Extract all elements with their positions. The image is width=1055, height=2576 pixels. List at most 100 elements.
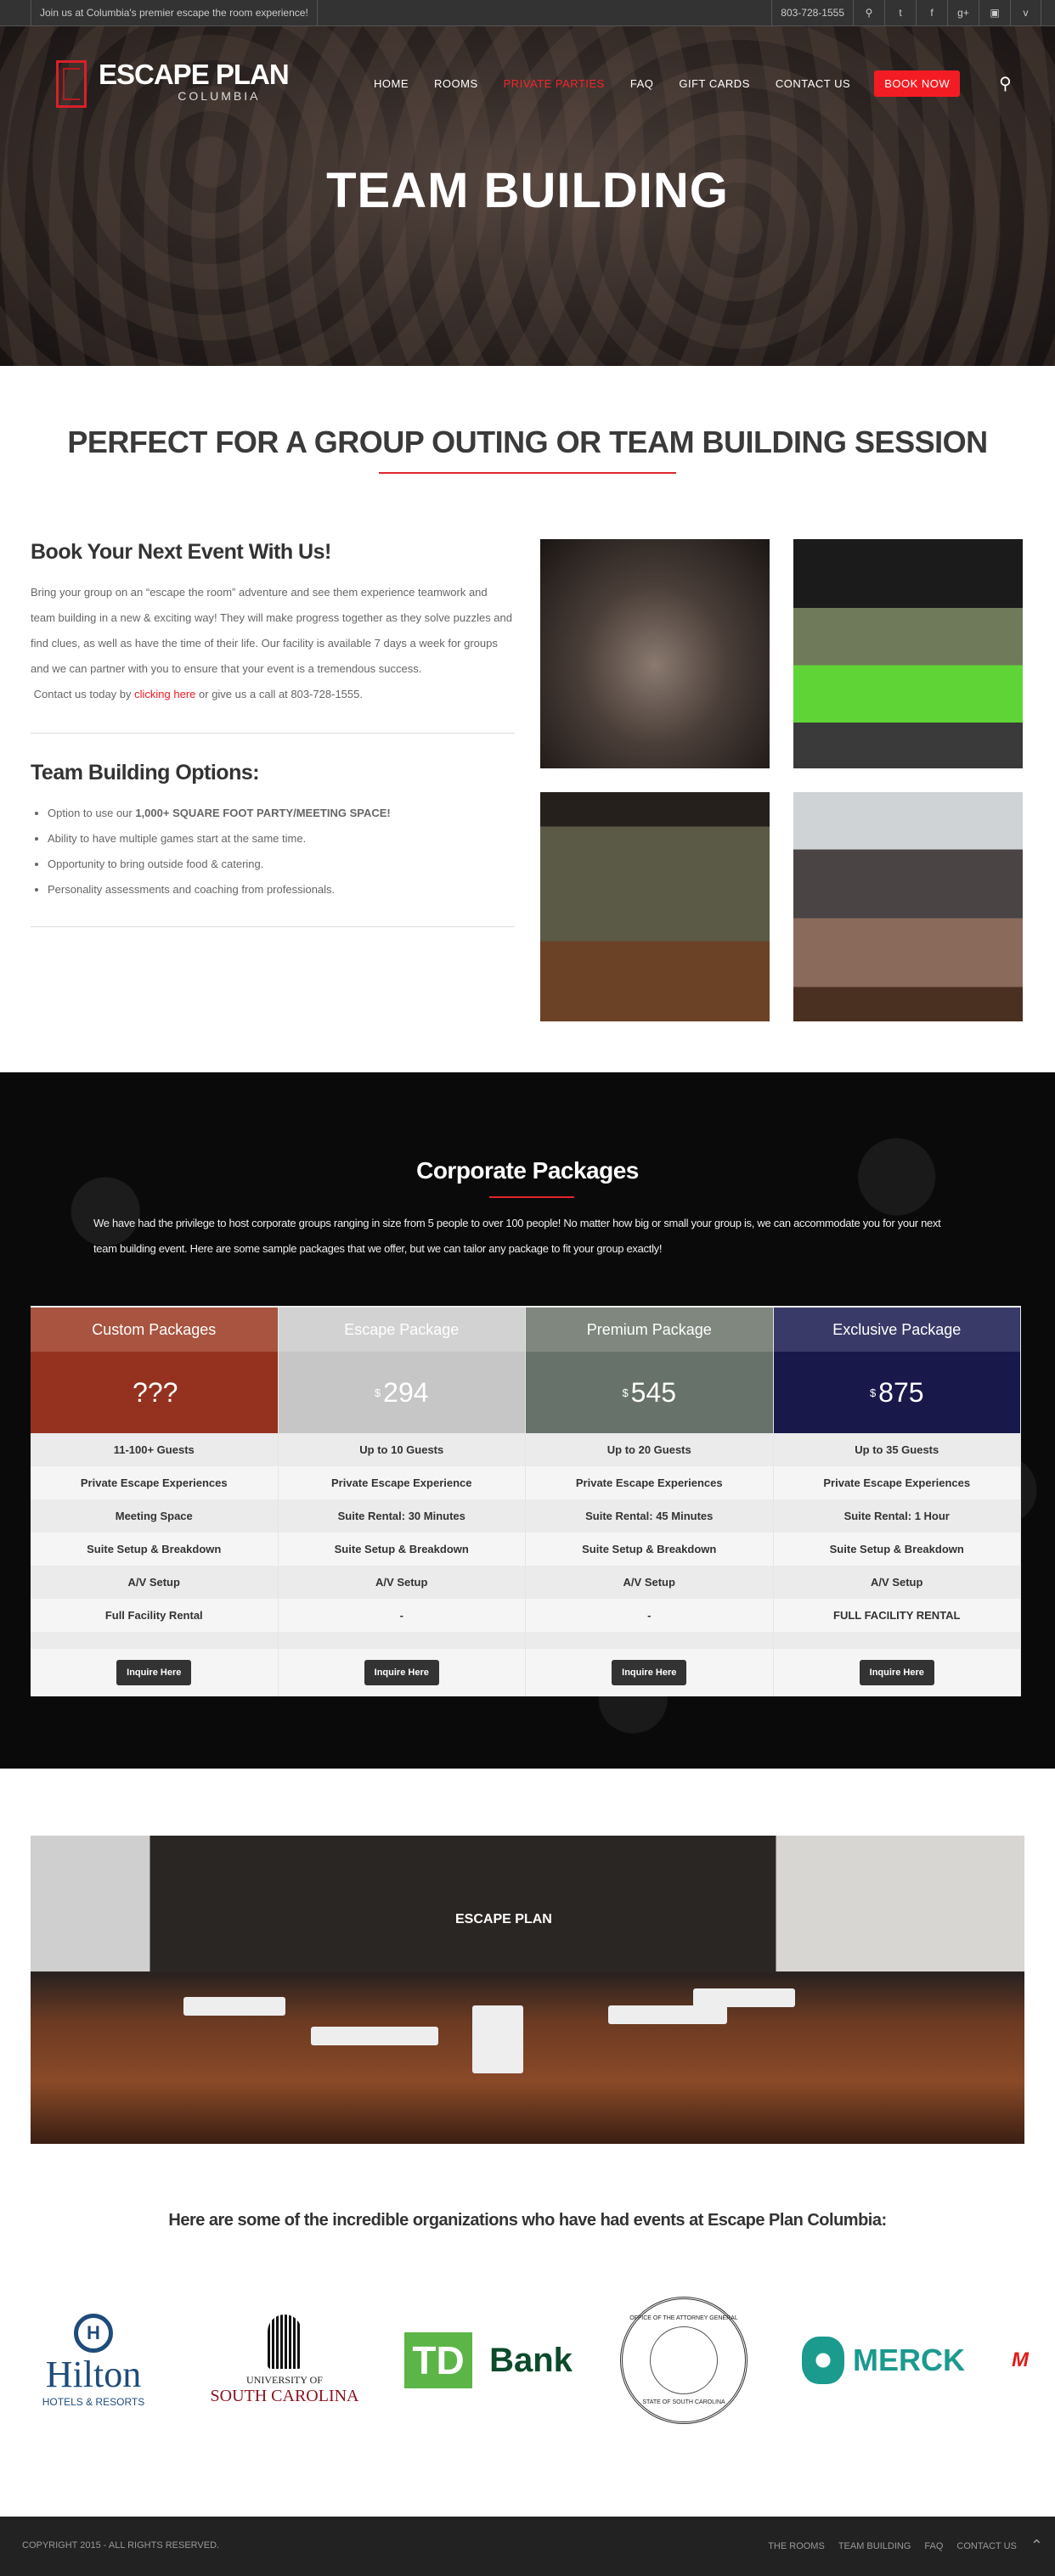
nav-rooms[interactable]: ROOMS — [434, 77, 478, 90]
logo-subtext: COLUMBIA — [178, 89, 261, 103]
pricing-table: Custom Packages??? 11-100+ Guests Private … — [31, 1306, 1021, 1696]
list-item: Ability to have multiple games start at … — [48, 826, 515, 852]
search-icon[interactable]: ⚲ — [853, 0, 884, 25]
section-heading: PERFECT FOR A GROUP OUTING OR TEAM BUILD… — [67, 425, 988, 459]
package-feature: Up to 10 Guests — [278, 1433, 525, 1466]
package-column: Escape Package $294 Up to 10 Guests Private… — [278, 1308, 526, 1696]
nav-contact-us[interactable]: CONTACT US — [776, 77, 850, 90]
google-plus-icon[interactable]: g+ — [947, 0, 979, 25]
nav-faq[interactable]: FAQ — [630, 77, 654, 90]
package-feature: Up to 35 Guests — [773, 1433, 1020, 1466]
attorney-general-seal: OFFICE OF THE ATTORNEY GENERAL STATE OF … — [612, 2292, 756, 2428]
back-to-top-icon[interactable]: ⌃ — [1030, 2537, 1043, 2555]
inquire-here-button[interactable]: Inquire Here — [859, 1660, 934, 1685]
hero-banner: ESCAPE PLAN COLUMBIA HOME ROOMS PRIVATE … — [0, 26, 1055, 366]
package-feature: 11-100+ Guests — [31, 1433, 278, 1466]
vimeo-icon[interactable]: v — [1010, 0, 1041, 25]
copyright: COPYRIGHT 2015 - ALL RIGHTS RESERVED. — [22, 2540, 220, 2551]
td-bank-logo: TD Bank — [391, 2292, 586, 2428]
package-feature: Full Facility Rental — [104, 1609, 203, 1622]
heading-divider — [489, 1196, 574, 1198]
list-item: Personality assessments and coaching fro… — [48, 877, 515, 903]
group-photo-3 — [540, 792, 770, 1021]
organizations-heading: Here are some of the incredible organiza… — [168, 2211, 887, 2230]
footer-link-rooms[interactable]: THE ROOMS — [768, 2541, 825, 2551]
package-name: Custom Packages — [31, 1308, 278, 1352]
package-feature: Private Escape Experiences — [823, 1476, 971, 1489]
group-photo-4 — [793, 792, 1023, 1021]
book-event-body: Bring your group on an “escape the room”… — [31, 586, 512, 700]
footer: COPYRIGHT 2015 - ALL RIGHTS RESERVED. TH… — [0, 2517, 1055, 2576]
nav-private-parties[interactable]: PRIVATE PARTIES — [504, 77, 605, 90]
instagram-icon[interactable]: ▣ — [979, 0, 1010, 25]
facebook-icon[interactable]: f — [916, 0, 947, 25]
book-event-title: Book Your Next Event With Us! — [31, 540, 331, 564]
package-column: Premium Package $545 Up to 20 Guests Privat… — [526, 1308, 774, 1696]
package-column: Exclusive Package $875 Up to 35 Guests Priv… — [773, 1308, 1021, 1696]
book-now-button[interactable]: BOOK NOW — [874, 70, 961, 97]
phone-number[interactable]: 803-728-1555 — [771, 0, 853, 25]
package-feature: A/V Setup — [31, 1566, 278, 1599]
heading-divider — [379, 472, 676, 474]
top-bar-message: Join us at Columbia's premier escape the… — [31, 0, 318, 25]
package-feature: Private Escape Experience — [331, 1476, 472, 1489]
party-room-panorama: ESCAPE PLAN — [31, 1836, 1024, 2144]
twitter-icon[interactable]: t — [884, 0, 916, 25]
package-feature: Suite Rental: 30 Minutes — [278, 1499, 525, 1533]
package-feature: Private Escape Experiences — [575, 1476, 723, 1489]
merck-logo: MERCK — [790, 2292, 977, 2428]
package-feature: Suite Rental: 45 Minutes — [526, 1499, 773, 1533]
group-photo-1 — [540, 539, 770, 768]
nav-gift-cards[interactable]: GIFT CARDS — [679, 77, 750, 90]
package-price: $294 — [278, 1352, 525, 1433]
inquire-here-button[interactable]: Inquire Here — [364, 1660, 439, 1685]
package-price: $875 — [773, 1352, 1020, 1433]
package-price: $545 — [526, 1352, 773, 1433]
corporate-title: Corporate Packages — [416, 1157, 639, 1184]
corporate-body: We have had the privilege to host corpor… — [93, 1217, 941, 1255]
footer-link-faq[interactable]: FAQ — [924, 2541, 943, 2551]
package-feature: Suite Setup & Breakdown — [334, 1543, 469, 1555]
inquire-here-button[interactable]: Inquire Here — [612, 1660, 687, 1685]
hero-title: TEAM BUILDING — [326, 163, 729, 218]
top-bar: Join us at Columbia's premier escape the… — [0, 0, 1055, 26]
package-feature: Suite Rental: 1 Hour — [773, 1499, 1020, 1533]
divider — [31, 926, 515, 927]
package-feature: A/V Setup — [278, 1566, 525, 1599]
logo-text: ESCAPE PLAN — [99, 59, 290, 90]
footer-link-team-building[interactable]: TEAM BUILDING — [838, 2541, 911, 2551]
package-feature: - — [647, 1609, 652, 1622]
package-feature: - — [399, 1609, 403, 1622]
clicking-here-link[interactable]: clicking here — [134, 688, 195, 700]
site-logo[interactable]: ESCAPE PLAN COLUMBIA — [56, 59, 290, 108]
package-feature: Up to 20 Guests — [526, 1433, 773, 1466]
package-feature: FULL FACILITY RENTAL — [833, 1609, 961, 1622]
list-item: Option to use our 1,000+ SQUARE FOOT PAR… — [48, 801, 515, 826]
package-feature: Suite Setup & Breakdown — [829, 1543, 964, 1555]
divider — [31, 733, 515, 734]
usc-logo: UNIVERSITY OF SOUTH CAROLINA — [200, 2292, 370, 2428]
options-title: Team Building Options: — [31, 761, 260, 785]
maze-e-logo-icon — [56, 60, 87, 108]
nav-home[interactable]: HOME — [374, 77, 409, 90]
package-feature: Meeting Space — [31, 1499, 278, 1533]
package-name: Premium Package — [526, 1308, 773, 1352]
footer-link-contact[interactable]: CONTACT US — [956, 2541, 1017, 2551]
package-feature: A/V Setup — [773, 1566, 1020, 1599]
package-feature: Suite Setup & Breakdown — [582, 1543, 717, 1555]
package-column: Custom Packages??? 11-100+ Guests Private … — [31, 1308, 279, 1696]
package-feature: Suite Setup & Breakdown — [87, 1543, 222, 1555]
package-name: Escape Package — [278, 1308, 525, 1352]
room-sign: ESCAPE PLAN — [455, 1912, 552, 1926]
package-price: ??? — [31, 1352, 278, 1433]
search-icon[interactable]: ⚲ — [999, 73, 1012, 94]
hilton-logo: H Hilton HOTELS & RESORTS — [25, 2292, 161, 2428]
inquire-here-button[interactable]: Inquire Here — [116, 1660, 192, 1685]
main-nav: HOME ROOMS PRIVATE PARTIES FAQ GIFT CARD… — [374, 70, 1012, 97]
package-name: Exclusive Package — [773, 1308, 1020, 1352]
options-list: Option to use our 1,000+ SQUARE FOOT PAR… — [48, 801, 515, 903]
package-feature: A/V Setup — [526, 1566, 773, 1599]
partial-logo: M — [1012, 2348, 1029, 2371]
book-event-section: Book Your Next Event With Us! Bring your… — [31, 540, 515, 954]
group-photo-2 — [793, 539, 1023, 768]
